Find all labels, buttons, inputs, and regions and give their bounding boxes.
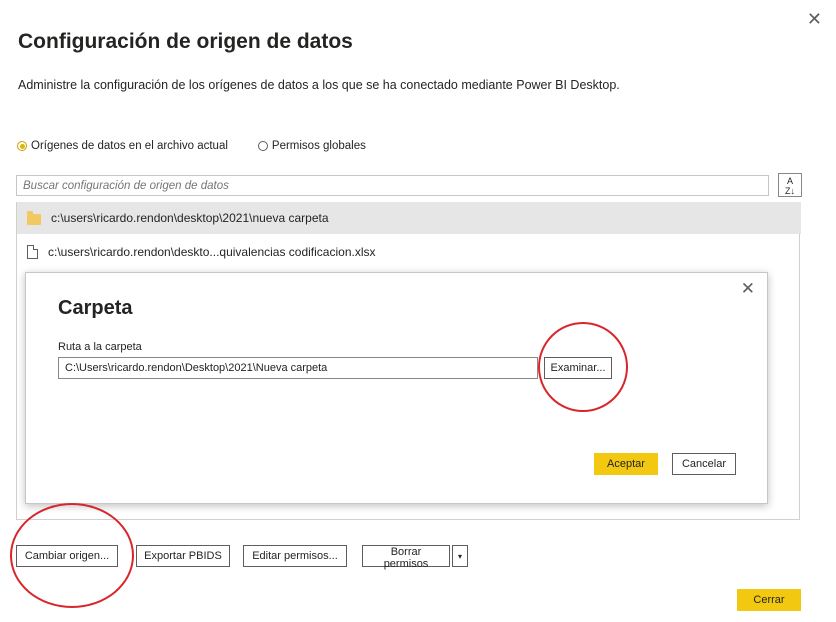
radio-unchecked-icon bbox=[257, 141, 268, 151]
folder-dialog: ✕ Carpeta Ruta a la carpeta Examinar... … bbox=[25, 272, 768, 504]
folder-path-input[interactable] bbox=[58, 357, 538, 379]
radio-checked-icon bbox=[17, 141, 27, 151]
accept-button[interactable]: Aceptar bbox=[594, 453, 658, 475]
list-item[interactable]: c:\users\ricardo.rendon\desktop\2021\nue… bbox=[17, 202, 801, 234]
scope-radio-group: Orígenes de datos en el archivo actual P… bbox=[17, 140, 366, 152]
list-item[interactable]: c:\users\ricardo.rendon\deskto...quivale… bbox=[17, 236, 801, 268]
edit-permissions-button[interactable]: Editar permisos... bbox=[243, 545, 347, 567]
folder-icon bbox=[27, 210, 41, 225]
export-pbids-button[interactable]: Exportar PBIDS bbox=[136, 545, 230, 567]
browse-button[interactable]: Examinar... bbox=[544, 357, 612, 379]
dialog-title: Carpeta bbox=[58, 297, 133, 319]
radio-global-permissions[interactable]: Permisos globales bbox=[257, 140, 366, 152]
search-input[interactable] bbox=[16, 175, 769, 196]
delete-permissions-button[interactable]: Borrar permisos bbox=[362, 545, 450, 570]
radio-current-file[interactable]: Orígenes de datos en el archivo actual bbox=[17, 140, 228, 152]
cancel-button[interactable]: Cancelar bbox=[672, 453, 736, 475]
page-title: Configuración de origen de datos bbox=[18, 30, 353, 53]
page-subtitle: Administre la configuración de los oríge… bbox=[18, 78, 620, 92]
close-button[interactable]: Cerrar bbox=[737, 589, 801, 611]
radio-current-file-label: Orígenes de datos en el archivo actual bbox=[31, 140, 228, 152]
list-item-path: c:\users\ricardo.rendon\desktop\2021\nue… bbox=[51, 211, 329, 225]
list-item-path: c:\users\ricardo.rendon\deskto...quivale… bbox=[48, 245, 376, 259]
radio-global-permissions-label: Permisos globales bbox=[271, 140, 366, 152]
chevron-down-icon: ▾ bbox=[457, 551, 462, 561]
sort-az-icon: A Z↓ bbox=[785, 176, 795, 196]
sort-button[interactable]: A Z↓ bbox=[778, 173, 802, 197]
delete-permissions-dropdown[interactable]: ▾ bbox=[452, 545, 468, 567]
window-close-icon[interactable]: ✕ bbox=[807, 10, 822, 28]
file-icon bbox=[27, 245, 38, 259]
folder-path-label: Ruta a la carpeta bbox=[58, 341, 142, 353]
change-source-button[interactable]: Cambiar origen... bbox=[16, 545, 118, 567]
dialog-close-icon[interactable]: ✕ bbox=[741, 279, 755, 299]
